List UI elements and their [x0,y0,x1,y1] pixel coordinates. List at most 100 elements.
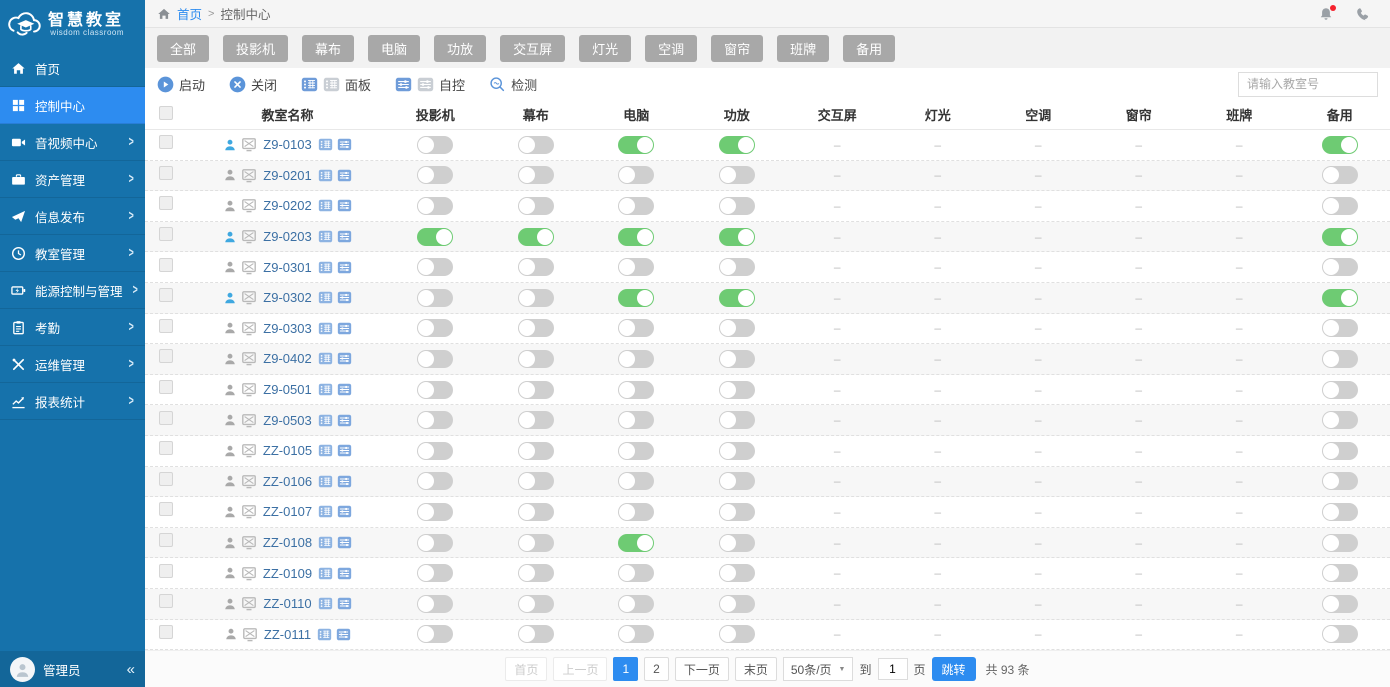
projector-toggle[interactable] [417,135,454,154]
row-checkbox[interactable] [159,165,173,180]
autocontrol-icon[interactable] [337,199,352,212]
projector-toggle[interactable] [417,411,454,430]
autocontrol-icon[interactable] [337,291,352,304]
panel-icon[interactable] [318,536,333,549]
spare-toggle[interactable] [1321,227,1358,246]
computer-toggle[interactable] [618,594,655,613]
amplifier-toggle[interactable] [718,196,755,215]
collapse-sidebar-icon[interactable]: « [127,661,135,678]
page-size-select[interactable]: 50条/页 ▼ [782,657,854,682]
start-button[interactable]: 启动 [157,75,205,94]
spare-toggle[interactable] [1321,564,1358,583]
filter-button[interactable]: 功放 [434,34,487,62]
sidebar-item-energy[interactable]: 能源控制与管理 > [0,272,145,309]
amplifier-toggle[interactable] [718,319,755,338]
autocontrol-icon[interactable] [337,597,352,610]
amplifier-toggle[interactable] [718,441,755,460]
computer-toggle[interactable] [618,441,655,460]
screen-toggle[interactable] [517,380,554,399]
classroom-name-link[interactable]: ZZ-0105 [263,443,312,458]
autocontrol-icon[interactable] [337,169,352,182]
filter-button[interactable]: 全部 [157,34,210,62]
amplifier-toggle[interactable] [718,625,755,644]
computer-toggle[interactable] [618,135,655,154]
autocontrol-icon[interactable] [336,628,351,641]
auto-control-button[interactable]: 自控 [395,75,465,94]
jump-page-input[interactable] [877,658,908,681]
projector-toggle[interactable] [417,349,454,368]
sidebar-item-briefcase[interactable]: 资产管理 > [0,161,145,198]
panel-icon[interactable] [318,444,333,457]
select-all-checkbox[interactable] [159,106,173,120]
panel-icon[interactable] [318,352,333,365]
spare-toggle[interactable] [1321,135,1358,154]
row-checkbox[interactable] [159,135,173,150]
autocontrol-icon[interactable] [337,383,352,396]
row-checkbox[interactable] [159,196,173,211]
classroom-name-link[interactable]: Z9-0202 [263,198,311,213]
screen-toggle[interactable] [517,135,554,154]
detect-button[interactable]: 检测 [489,75,537,94]
panel-icon[interactable] [318,475,333,488]
filter-button[interactable]: 班牌 [777,34,830,62]
projector-toggle[interactable] [417,288,454,307]
spare-toggle[interactable] [1321,472,1358,491]
projector-toggle[interactable] [417,380,454,399]
panel-icon[interactable] [318,169,333,182]
autocontrol-icon[interactable] [337,567,352,580]
filter-button[interactable]: 空调 [645,34,698,62]
projector-toggle[interactable] [417,564,454,583]
classroom-name-link[interactable]: Z9-0301 [263,260,311,275]
spare-toggle[interactable] [1321,441,1358,460]
page-number-button[interactable]: 1 [613,657,639,682]
screen-toggle[interactable] [517,594,554,613]
page-number-button[interactable]: 2 [644,657,669,682]
projector-toggle[interactable] [417,533,454,552]
classroom-name-link[interactable]: ZZ-0108 [263,535,312,550]
classroom-name-link[interactable]: ZZ-0106 [263,474,312,489]
row-checkbox[interactable] [159,318,173,333]
breadcrumb-home-link[interactable]: 首页 [177,4,202,23]
autocontrol-icon[interactable] [337,475,352,488]
computer-toggle[interactable] [618,166,655,185]
computer-toggle[interactable] [618,564,655,583]
search-input[interactable] [1238,71,1378,97]
autocontrol-icon[interactable] [337,414,352,427]
row-checkbox[interactable] [159,502,173,517]
projector-toggle[interactable] [417,196,454,215]
amplifier-toggle[interactable] [718,594,755,613]
spare-toggle[interactable] [1321,502,1358,521]
row-checkbox[interactable] [159,594,173,609]
spare-toggle[interactable] [1321,594,1358,613]
spare-toggle[interactable] [1321,349,1358,368]
panel-icon[interactable] [318,597,333,610]
amplifier-toggle[interactable] [718,349,755,368]
amplifier-toggle[interactable] [718,227,755,246]
amplifier-toggle[interactable] [718,288,755,307]
autocontrol-icon[interactable] [337,505,352,518]
panel-icon[interactable] [318,199,333,212]
computer-toggle[interactable] [618,227,655,246]
row-checkbox[interactable] [159,471,173,486]
row-checkbox[interactable] [159,563,173,578]
filter-button[interactable]: 投影机 [223,34,289,62]
classroom-name-link[interactable]: Z9-0201 [263,168,311,183]
computer-toggle[interactable] [618,258,655,277]
close-button[interactable]: 关闭 [229,75,277,94]
classroom-name-link[interactable]: Z9-0302 [263,290,311,305]
screen-toggle[interactable] [517,625,554,644]
projector-toggle[interactable] [417,472,454,491]
screen-toggle[interactable] [517,288,554,307]
spare-toggle[interactable] [1321,319,1358,338]
panel-icon[interactable] [318,383,333,396]
row-checkbox[interactable] [159,257,173,272]
row-checkbox[interactable] [159,380,173,395]
classroom-name-link[interactable]: ZZ-0109 [263,566,312,581]
screen-toggle[interactable] [517,349,554,368]
filter-button[interactable]: 灯光 [579,34,632,62]
projector-toggle[interactable] [417,319,454,338]
autocontrol-icon[interactable] [337,230,352,243]
screen-toggle[interactable] [517,319,554,338]
row-checkbox[interactable] [159,441,173,456]
sidebar-item-tools[interactable]: 运维管理 > [0,346,145,383]
